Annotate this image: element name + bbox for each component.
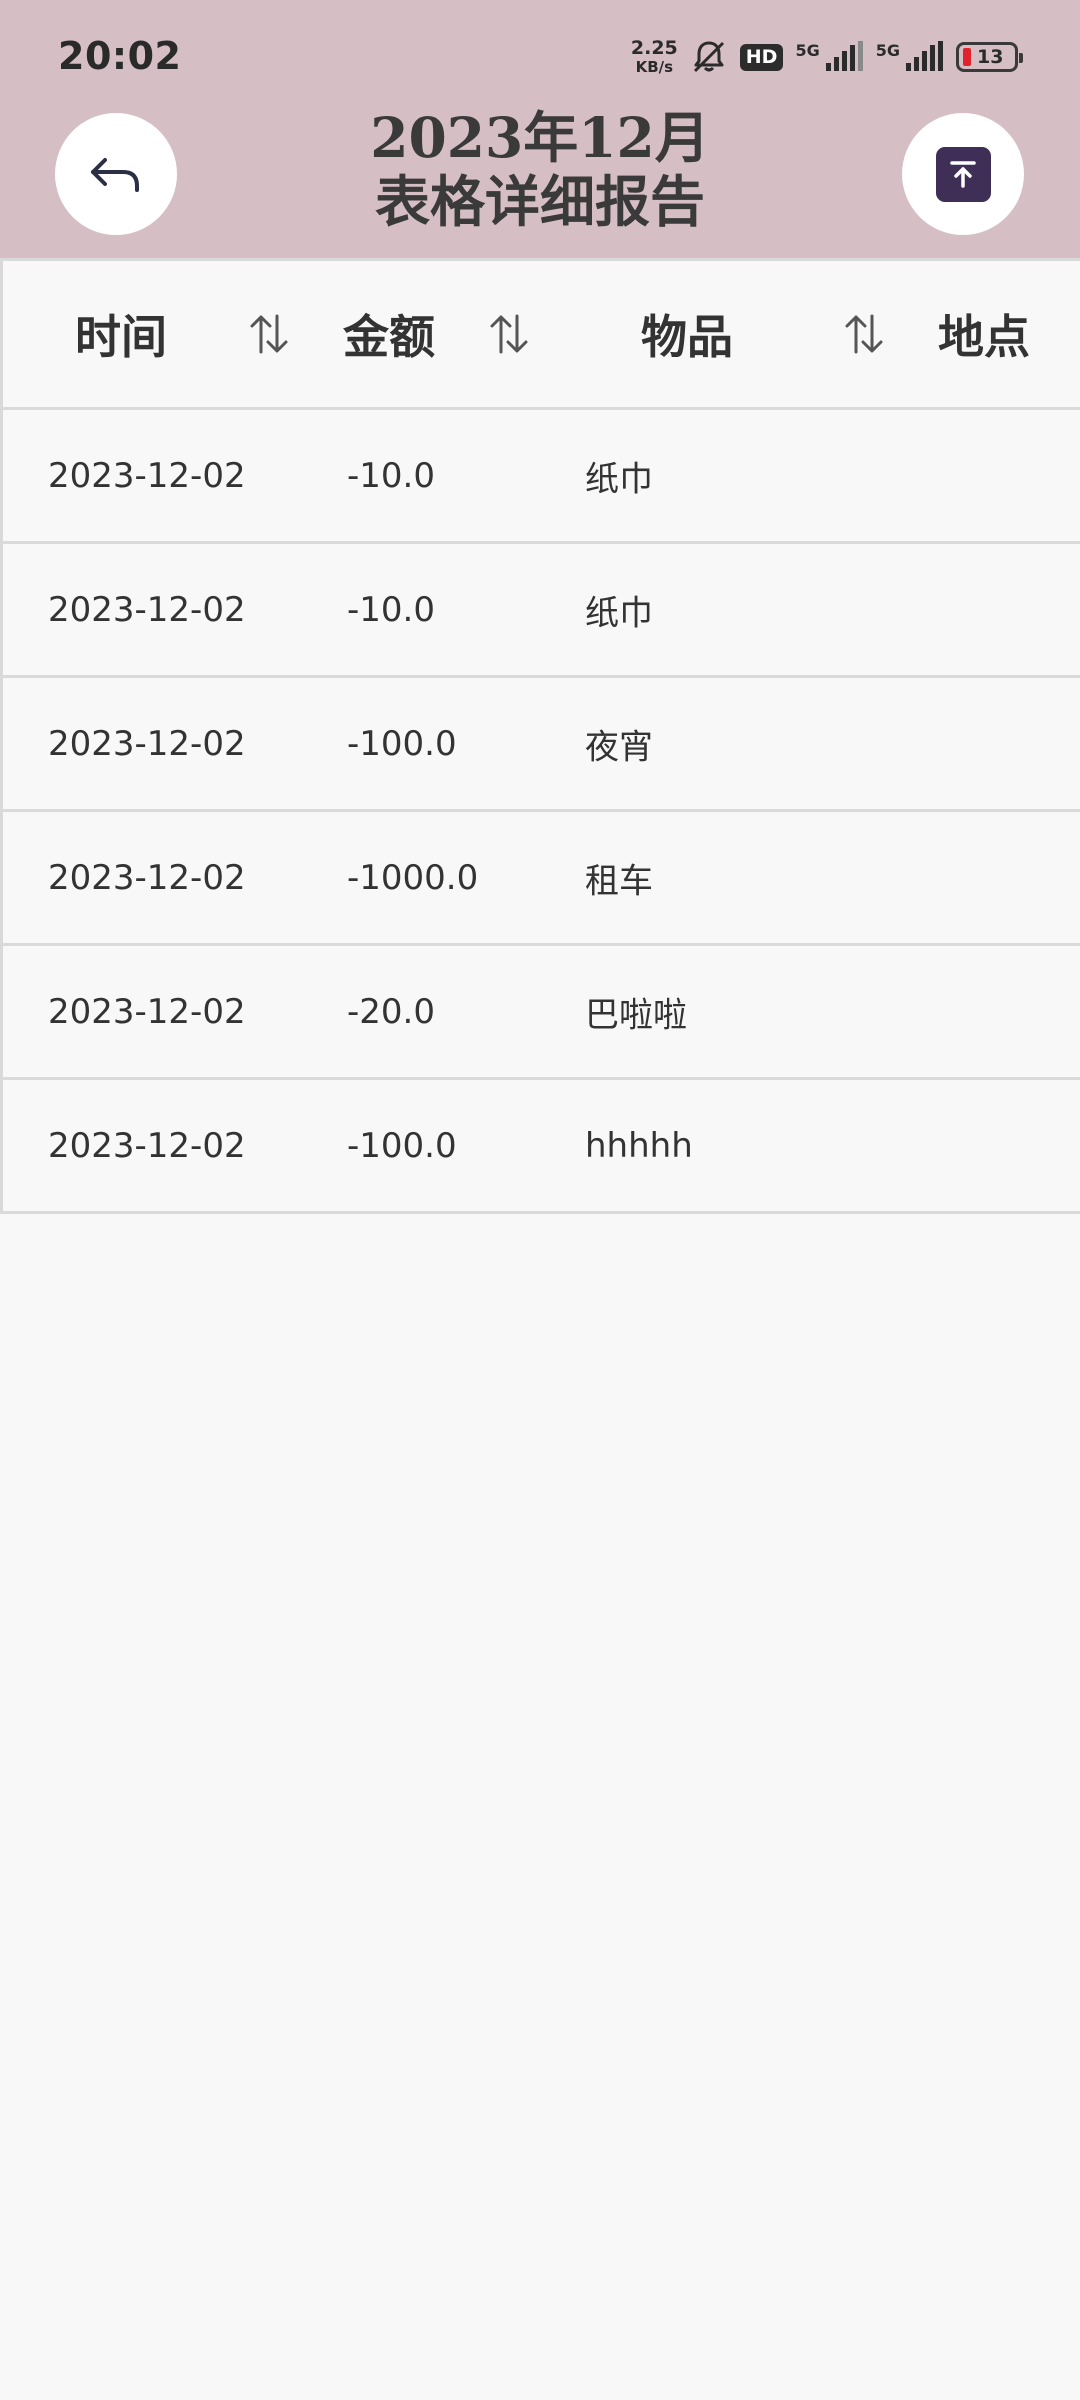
sim2-network-label: 5G — [875, 41, 900, 60]
network-speed: 2.25 KB/s — [631, 39, 678, 75]
table-row[interactable]: 2023-12-02 -1000.0 租车 — [3, 812, 1080, 946]
sim2-signal: 5G — [876, 41, 944, 73]
network-speed-unit: KB/s — [635, 58, 674, 76]
column-header-location[interactable]: 地点 — [938, 301, 1030, 367]
table-row[interactable]: 2023-12-02 -10.0 纸巾 — [3, 544, 1080, 678]
table-header: 时间 金额 物品 地点 — [3, 258, 1080, 410]
app-header: 20:02 2.25 KB/s HD 5G 5G 13 2023年12月 表格详… — [0, 0, 1080, 258]
cell-item: hhhhh — [585, 1125, 693, 1166]
signal-bars-icon — [906, 41, 943, 71]
mute-bell-icon — [693, 41, 724, 73]
cell-date: 2023-12-02 — [48, 857, 246, 898]
cell-date: 2023-12-02 — [48, 455, 246, 496]
cell-amount: -10.0 — [347, 455, 435, 496]
status-icons: 2.25 KB/s HD 5G 5G 13 — [631, 36, 1023, 78]
hd-badge: HD — [739, 43, 784, 71]
page-title-line1: 2023年12月 — [370, 105, 710, 170]
column-header-time[interactable]: 时间 — [75, 301, 167, 367]
expense-table: 时间 金额 物品 地点 2023-12-02 -10.0 纸巾 2023-12-… — [0, 258, 1080, 1214]
cell-item: 巴啦啦 — [585, 995, 687, 1035]
table-row[interactable]: 2023-12-02 -100.0 hhhhh — [3, 1080, 1080, 1214]
battery-icon: 13 — [956, 42, 1023, 72]
sim1-signal: 5G — [795, 41, 863, 73]
signal-bars-icon — [825, 41, 863, 71]
table-row[interactable]: 2023-12-02 -100.0 夜宵 — [3, 678, 1080, 812]
column-header-item[interactable]: 物品 — [641, 301, 733, 367]
table-row[interactable]: 2023-12-02 -10.0 纸巾 — [3, 410, 1080, 544]
status-time: 20:02 — [58, 34, 182, 78]
scroll-to-top-button[interactable] — [902, 113, 1024, 235]
sort-icon[interactable] — [248, 312, 290, 356]
scroll-to-top-icon — [935, 146, 991, 202]
column-header-amount[interactable]: 金额 — [343, 301, 435, 367]
cell-amount: -20.0 — [347, 991, 435, 1032]
battery-percent: 13 — [977, 45, 1004, 68]
network-speed-value: 2.25 — [630, 37, 678, 59]
cell-date: 2023-12-02 — [48, 1125, 246, 1166]
back-arrow-icon — [91, 158, 139, 192]
cell-item: 纸巾 — [585, 459, 653, 499]
cell-item: 纸巾 — [585, 593, 653, 633]
sim1-network-label: 5G — [795, 41, 820, 60]
cell-amount: -100.0 — [347, 1125, 457, 1166]
cell-date: 2023-12-02 — [48, 589, 246, 630]
battery-level — [963, 48, 971, 66]
cell-item: 夜宵 — [585, 727, 653, 767]
cell-amount: -100.0 — [347, 723, 457, 764]
sort-icon[interactable] — [488, 312, 530, 356]
sort-icon[interactable] — [843, 312, 885, 356]
page-title-line2: 表格详细报告 — [374, 169, 705, 234]
cell-date: 2023-12-02 — [48, 723, 246, 764]
cell-amount: -10.0 — [347, 589, 435, 630]
back-button[interactable] — [55, 113, 177, 235]
cell-item: 租车 — [585, 861, 653, 901]
page-title: 2023年12月 表格详细报告 — [250, 106, 830, 234]
cell-amount: -1000.0 — [347, 857, 479, 898]
cell-date: 2023-12-02 — [48, 991, 246, 1032]
table-row[interactable]: 2023-12-02 -20.0 巴啦啦 — [3, 946, 1080, 1080]
